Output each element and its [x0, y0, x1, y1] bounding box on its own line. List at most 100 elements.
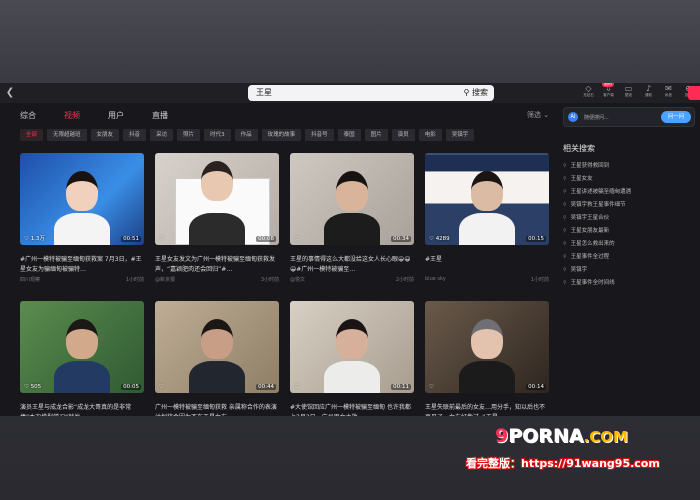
- like-count: ♡: [159, 236, 164, 242]
- like-count: ♡ 1.3万: [24, 236, 45, 242]
- sidebar: AI 随便搜问... 问一问 相关搜索 ⚲ 王星获得救回到 ⚲ 王星女友 ⚲ 王星讲述被骗…: [563, 107, 697, 290]
- related-search-label: 吴镇宇: [570, 267, 588, 273]
- video-card[interactable]: ♡ 00:44 广州一模特被骗至缅甸获救 亲属称合作的表演计划将会因为不在王星女友…: [155, 301, 279, 416]
- thumbnail-head: [66, 319, 98, 359]
- filter-chip[interactable]: 采访: [150, 129, 174, 141]
- video-author[interactable]: @悦文: [290, 276, 305, 283]
- related-searches-list: ⚲ 王星获得救回到 ⚲ 王星女友 ⚲ 王星讲述被骗至缅甸遭遇 ⚲ 吴镇宇救王星事件细节 ⚲ 吴镇宇…: [563, 160, 697, 290]
- video-caption[interactable]: 王星女友发文为广州一模特被骗至缅甸获救发声，“嘉颖肥肉还会回归”#…: [155, 255, 279, 275]
- heart-icon: ♡: [159, 384, 164, 390]
- thumbnail-figure: [54, 213, 110, 245]
- filter-chip[interactable]: 抖音: [123, 129, 147, 141]
- video-card[interactable]: ♡ 00:34 王星的事情得这么大都没给这女人长心眼😀😀😀#广州一模特被骗至… @悦…: [290, 153, 414, 283]
- video-meta: blue sky 1小时前: [425, 276, 549, 283]
- related-search-label: 王星女友: [570, 176, 593, 182]
- notification-icon[interactable]: ♪ 通知: [640, 84, 657, 98]
- search-input[interactable]: 王星 ⚲ 搜索: [248, 85, 494, 101]
- related-search-item[interactable]: ⚲ 吴镇宇王星合伙: [563, 212, 697, 225]
- related-search-item[interactable]: ⚲ 王星获得救回到: [563, 160, 697, 173]
- video-caption[interactable]: 王星的事情得这么大都没给这女人长心眼😀😀😀#广州一模特被骗至…: [290, 255, 414, 275]
- filter-chip[interactable]: 时代3: [204, 129, 231, 141]
- tab-video[interactable]: 视频: [64, 110, 80, 121]
- tab-user[interactable]: 用户: [108, 110, 124, 121]
- message-icon[interactable]: ✉ 私信: [660, 84, 677, 98]
- video-thumbnail[interactable]: ♡ 4289 00:15: [425, 153, 549, 245]
- heart-icon: ♡: [429, 236, 434, 242]
- ask-button[interactable]: 问一问: [661, 111, 691, 123]
- filter-chip[interactable]: 泰国: [337, 129, 361, 141]
- avatar[interactable]: [688, 86, 700, 100]
- related-search-item[interactable]: ⚲ 王星讲述被骗至缅甸遭遇: [563, 186, 697, 199]
- video-author[interactable]: 四川观察: [20, 276, 40, 283]
- filter-chip[interactable]: 全部: [20, 129, 44, 141]
- thumbnail-head: [201, 161, 233, 201]
- related-search-item[interactable]: ⚲ 吴镇宇: [563, 264, 697, 277]
- heart-icon: ♡: [24, 384, 29, 390]
- promo-badge: 限时: [602, 83, 614, 87]
- filter-chip[interactable]: 演员: [391, 129, 415, 141]
- video-caption[interactable]: #王星: [425, 255, 549, 275]
- video-card[interactable]: ♡ 4289 00:15 #王星 blue sky 1小时前: [425, 153, 549, 283]
- video-card[interactable]: ♡ 505 00:05 演员王星与成龙合影“成龙大哥真的是非常棒”本次模型学习“就发…: [20, 301, 144, 416]
- related-search-label: 王星女朋友最新: [570, 228, 610, 234]
- related-search-item[interactable]: ⚲ 吴镇宇救王星事件细节: [563, 199, 697, 212]
- filter-chip[interactable]: 抖音号: [305, 129, 334, 141]
- tab-live[interactable]: 直播: [152, 110, 168, 121]
- like-count: ♡ 505: [24, 384, 42, 390]
- related-search-label: 王星事件全时间线: [570, 280, 615, 286]
- video-caption[interactable]: 演员王星与成龙合影“成龙大哥真的是非常棒”本次模型学习“就发…: [20, 403, 144, 416]
- related-search-item[interactable]: ⚲ 王星事件全过程: [563, 251, 697, 264]
- ask-box[interactable]: AI 随便搜问... 问一问: [563, 107, 695, 127]
- video-meta: @悦文 2小时前: [290, 276, 414, 283]
- video-caption[interactable]: #大使馆回应广州一模特被骗至缅甸 也许我都上3月2日，广州男女主批…: [290, 403, 414, 416]
- video-time: 2小时前: [395, 277, 414, 283]
- video-thumbnail[interactable]: ♡ 00:34: [290, 153, 414, 245]
- filter-chip[interactable]: 作品: [234, 129, 258, 141]
- video-thumbnail[interactable]: ♡ 00:14: [425, 301, 549, 393]
- video-thumbnail[interactable]: ♡ 00:08: [155, 153, 279, 245]
- video-card[interactable]: ♡ 00:14 王星失联前最后的女友…用分手，知以后也不再见了，女友好像过 #王星: [425, 301, 549, 416]
- video-thumbnail[interactable]: ♡ 00:44: [155, 301, 279, 393]
- video-duration: 00:11: [391, 384, 411, 390]
- video-duration: 00:05: [121, 384, 141, 390]
- video-card[interactable]: ♡ 00:11 #大使馆回应广州一模特被骗至缅甸 也许我都上3月2日，广州男女主批…: [290, 301, 414, 416]
- filter-chip[interactable]: 吴镇宇: [445, 129, 475, 141]
- filter-button[interactable]: 筛选 ⌄: [527, 110, 549, 120]
- filter-chip[interactable]: 图片: [364, 129, 388, 141]
- search-button[interactable]: ⚲ 搜索: [464, 87, 488, 98]
- filter-chip[interactable]: 女朋友: [90, 129, 120, 141]
- video-caption[interactable]: 王星失联前最后的女友…用分手，知以后也不再见了，女友好像过 #王星: [425, 403, 549, 416]
- filter-chip[interactable]: 电影: [418, 129, 442, 141]
- video-meta: 四川观察 1小时前: [20, 276, 144, 283]
- video-duration: 00:08: [256, 236, 276, 242]
- video-thumbnail[interactable]: ♡ 1.3万 00:51: [20, 153, 144, 245]
- video-caption[interactable]: #广州一模特被骗至缅甸获救案 7月3日，#王星女友为骗缅甸被骗特…: [20, 255, 144, 275]
- diamond-icon[interactable]: ◇ 充钻石: [580, 84, 597, 98]
- tab-comprehensive[interactable]: 综合: [20, 110, 36, 121]
- related-search-item[interactable]: ⚲ 王星怎么救出来的: [563, 238, 697, 251]
- related-search-item[interactable]: ⚲ 王星女友: [563, 173, 697, 186]
- video-author[interactable]: @新京报: [155, 276, 175, 283]
- related-search-item[interactable]: ⚲ 王星事件全时间线: [563, 277, 697, 290]
- video-thumbnail[interactable]: ♡ 00:11: [290, 301, 414, 393]
- video-author[interactable]: blue sky: [425, 276, 446, 283]
- ai-icon: AI: [568, 112, 578, 122]
- video-card[interactable]: ♡ 00:08 王星女友发文为广州一模特被骗至缅甸获救发声，“嘉颖肥肉还会回归”#…: [155, 153, 279, 283]
- video-thumbnail[interactable]: ♡ 505 00:05: [20, 301, 144, 393]
- related-search-label: 王星事件全过程: [570, 254, 610, 260]
- search-input-value[interactable]: 王星: [256, 87, 272, 98]
- video-card[interactable]: ♡ 1.3万 00:51 #广州一模特被骗至缅甸获救案 7月3日，#王星女友为骗缅甸…: [20, 153, 144, 283]
- thumbnail-head: [471, 319, 503, 359]
- video-caption[interactable]: 广州一模特被骗至缅甸获救 亲属称合作的表演计划将会因为不在王星女友…: [155, 403, 279, 416]
- wallet-icon[interactable]: ▭ 壁纸: [620, 84, 637, 98]
- related-search-item[interactable]: ⚲ 王星女朋友最新: [563, 225, 697, 238]
- thumbnail-figure: [324, 213, 380, 245]
- filter-chip[interactable]: 玫瑰的故事: [261, 129, 302, 141]
- search-results-app: ❮ 王星 ⚲ 搜索 ◇充钻石 ⇩客户端 ▭壁纸 ♪通知 ✉私信 ⊕投稿 限时 综…: [0, 83, 700, 416]
- filter-chip[interactable]: 照片: [177, 129, 201, 141]
- toolbar-icons: ◇充钻石 ⇩客户端 ▭壁纸 ♪通知 ✉私信 ⊕投稿: [580, 84, 697, 98]
- ask-input[interactable]: 随便搜问...: [584, 114, 609, 121]
- back-icon[interactable]: ❮: [4, 87, 16, 99]
- filter-chip[interactable]: 无限超越班: [47, 129, 87, 141]
- video-duration: 00:51: [121, 236, 141, 242]
